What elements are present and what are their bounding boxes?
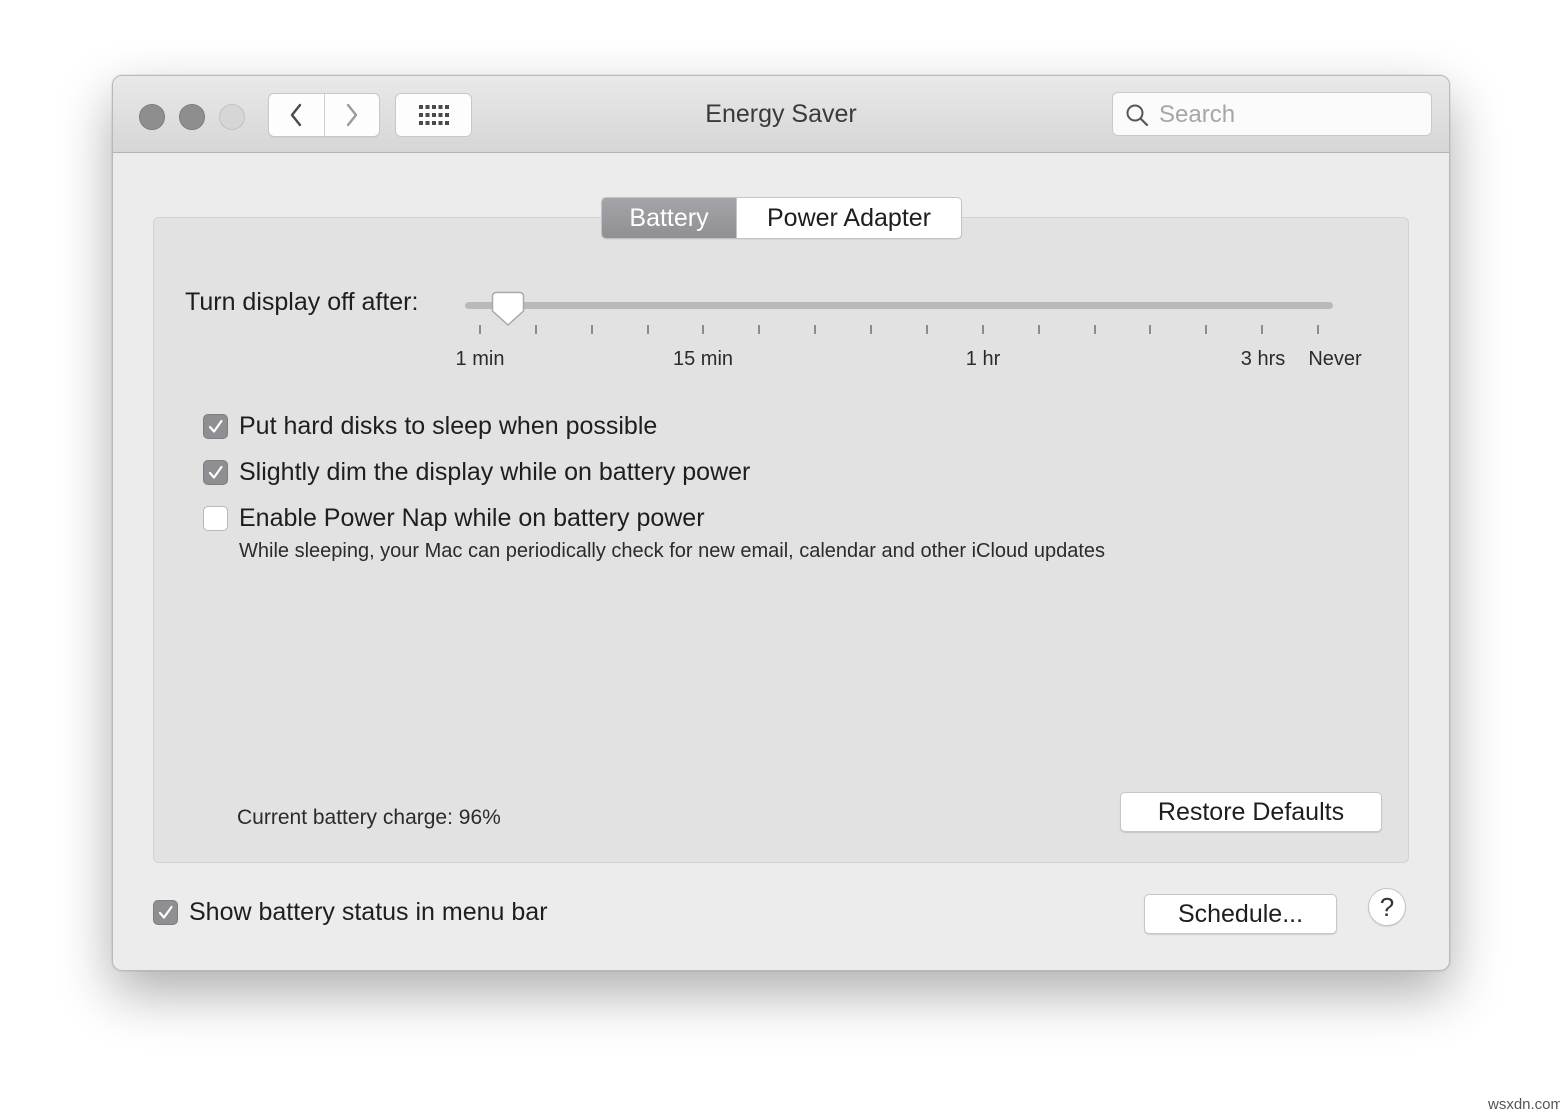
slider-tick — [1094, 325, 1096, 334]
slider-tick — [1261, 325, 1263, 334]
schedule-button[interactable]: Schedule... — [1144, 894, 1337, 934]
option-show-battery-status[interactable]: Show battery status in menu bar — [153, 898, 548, 927]
slider-tick — [870, 325, 872, 334]
slider-tick — [1205, 325, 1207, 334]
slider-tick — [814, 325, 816, 334]
option-power-nap[interactable]: Enable Power Nap while on battery power — [203, 504, 705, 533]
display-sleep-slider[interactable]: 1 min 15 min 1 hr 3 hrs Never — [456, 291, 1362, 388]
slider-tick — [702, 325, 704, 334]
tick-label-15-min: 15 min — [672, 348, 734, 370]
search-icon — [1126, 104, 1149, 127]
show-battery-status-checkbox[interactable] — [153, 900, 178, 925]
tab-battery[interactable]: Battery — [602, 198, 736, 238]
slider-tick — [479, 325, 481, 334]
watermark: wsxdn.com — [1488, 1096, 1560, 1113]
dim-display-label[interactable]: Slightly dim the display while on batter… — [239, 458, 750, 487]
restore-defaults-button[interactable]: Restore Defaults — [1120, 792, 1382, 832]
checkmark-icon — [208, 419, 223, 433]
slider-tick — [926, 325, 928, 334]
hard-disk-sleep-checkbox[interactable] — [203, 414, 228, 439]
search-field[interactable] — [1112, 92, 1432, 137]
slider-tick — [982, 325, 984, 334]
slider-tick — [1149, 325, 1151, 334]
hard-disk-sleep-label[interactable]: Put hard disks to sleep when possible — [239, 412, 657, 441]
tick-label-1-hr: 1 hr — [965, 348, 1001, 370]
slider-tick — [1317, 325, 1319, 334]
display-sleep-label: Turn display off after: — [185, 288, 419, 316]
power-nap-description: While sleeping, your Mac can periodicall… — [239, 540, 1106, 562]
help-button[interactable]: ? — [1368, 888, 1406, 926]
tick-label-never: Never — [1308, 348, 1362, 370]
battery-charge-status: Current battery charge: 96% — [237, 806, 501, 829]
slider-tick — [535, 325, 537, 334]
slider-tick — [591, 325, 593, 334]
option-hard-disk-sleep[interactable]: Put hard disks to sleep when possible — [203, 412, 657, 441]
slider-tick — [1038, 325, 1040, 334]
tab-control: Battery Power Adapter — [601, 197, 962, 239]
search-input[interactable] — [1157, 93, 1421, 137]
tick-label-1-min: 1 min — [455, 348, 505, 370]
tab-power-adapter[interactable]: Power Adapter — [736, 198, 961, 238]
checkmark-icon — [158, 905, 173, 919]
slider-track[interactable] — [465, 302, 1333, 309]
checkmark-icon — [208, 465, 223, 479]
option-dim-display[interactable]: Slightly dim the display while on batter… — [203, 458, 750, 487]
show-battery-status-label[interactable]: Show battery status in menu bar — [189, 898, 548, 927]
slider-tick — [647, 325, 649, 334]
energy-saver-window: Energy Saver Battery Power Adapter Turn … — [112, 75, 1450, 971]
power-nap-label[interactable]: Enable Power Nap while on battery power — [239, 504, 705, 533]
dim-display-checkbox[interactable] — [203, 460, 228, 485]
slider-thumb[interactable] — [491, 291, 525, 327]
slider-tick — [758, 325, 760, 334]
power-nap-checkbox[interactable] — [203, 506, 228, 531]
title-bar: Energy Saver — [113, 76, 1449, 153]
tick-label-3-hrs: 3 hrs — [1240, 348, 1286, 370]
